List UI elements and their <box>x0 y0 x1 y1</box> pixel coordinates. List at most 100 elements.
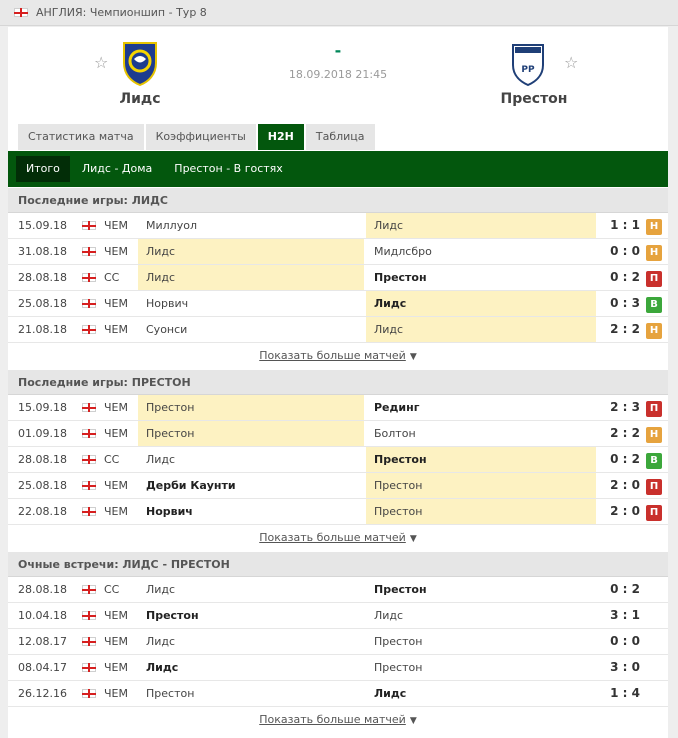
away-team[interactable]: Болтон <box>366 421 596 446</box>
match-row[interactable]: 26.12.16 ЧЕМ Престон Лидс 1 : 4 <box>8 681 668 707</box>
away-team[interactable]: Престон <box>366 447 596 472</box>
result-badge[interactable]: П <box>646 479 662 495</box>
match-row[interactable]: 31.08.18 ЧЕМ Лидс Мидлсбро 0 : 0Н <box>8 239 668 265</box>
match-score[interactable]: 0 : 2 <box>598 577 640 602</box>
match-score[interactable]: 2 : 0 <box>598 473 640 498</box>
match-row[interactable]: 15.09.18 ЧЕМ Миллуол Лидс 1 : 1Н <box>8 213 668 239</box>
subtab-home[interactable]: Лидс - Дома <box>72 156 162 182</box>
away-team[interactable]: Престон <box>366 577 596 602</box>
show-more-label[interactable]: Показать больше матчей <box>259 531 406 544</box>
away-team[interactable]: Лидс <box>366 291 596 316</box>
match-row[interactable]: 12.08.17 ЧЕМ Лидс Престон 0 : 0 <box>8 629 668 655</box>
show-more-matches[interactable]: Показать больше матчей ▼ <box>8 343 668 368</box>
match-row[interactable]: 08.04.17 ЧЕМ Лидс Престон 3 : 0 <box>8 655 668 681</box>
match-row[interactable]: 21.08.18 ЧЕМ Суонси Лидс 2 : 2Н <box>8 317 668 343</box>
away-team[interactable]: Лидс <box>366 681 596 706</box>
flag-cell <box>82 447 98 472</box>
subtab-overall[interactable]: Итого <box>16 156 70 182</box>
show-more-matches[interactable]: Показать больше матчей ▼ <box>8 707 668 732</box>
away-team[interactable]: Престон <box>366 499 596 524</box>
home-team[interactable]: Престон <box>138 395 364 420</box>
home-team[interactable]: Лидс <box>138 447 364 472</box>
tab-h2h[interactable]: H2H <box>257 124 304 150</box>
subtab-away[interactable]: Престон - В гостях <box>164 156 293 182</box>
home-team[interactable]: Дерби Каунти <box>138 473 364 498</box>
match-date: 25.08.18 <box>18 479 67 492</box>
result-badge[interactable]: П <box>646 505 662 521</box>
result-badge[interactable]: В <box>646 453 662 469</box>
result-badge[interactable]: Н <box>646 219 662 235</box>
home-team-logo[interactable] <box>120 39 160 87</box>
home-team[interactable]: Лидс <box>138 655 364 680</box>
match-score[interactable]: 2 : 0 <box>598 499 640 524</box>
home-team[interactable]: Престон <box>138 421 364 446</box>
home-team[interactable]: Престон <box>138 603 364 628</box>
home-team-name[interactable]: Лидс <box>70 91 210 107</box>
match-row[interactable]: 25.08.18 ЧЕМ Дерби Каунти Престон 2 : 0П <box>8 473 668 499</box>
result-badge[interactable]: В <box>646 297 662 313</box>
match-score[interactable]: 0 : 0 <box>598 239 640 264</box>
match-row[interactable]: 25.08.18 ЧЕМ Норвич Лидс 0 : 3В <box>8 291 668 317</box>
england-flag-icon <box>82 585 96 594</box>
away-team[interactable]: Мидлсбро <box>366 239 596 264</box>
match-score[interactable]: 2 : 3 <box>598 395 640 420</box>
result-badge[interactable]: П <box>646 401 662 417</box>
match-score[interactable]: 1 : 1 <box>598 213 640 238</box>
away-team[interactable]: Лидс <box>366 603 596 628</box>
away-team[interactable]: Престон <box>366 655 596 680</box>
result-badge[interactable]: Н <box>646 323 662 339</box>
tab-table[interactable]: Таблица <box>305 124 375 150</box>
match-score[interactable]: 3 : 1 <box>598 603 640 628</box>
away-team-logo[interactable]: PP <box>508 39 548 87</box>
match-score[interactable]: 2 : 2 <box>598 317 640 342</box>
away-team[interactable]: Престон <box>366 265 596 290</box>
match-score[interactable]: 2 : 2 <box>598 421 640 446</box>
away-team[interactable]: Престон <box>366 629 596 654</box>
match-score[interactable]: 3 : 0 <box>598 655 640 680</box>
show-more-label[interactable]: Показать больше матчей <box>259 349 406 362</box>
show-more-matches[interactable]: Показать больше матчей ▼ <box>8 525 668 550</box>
home-team[interactable]: Престон <box>138 681 364 706</box>
match-score[interactable]: 0 : 2 <box>598 447 640 472</box>
home-team[interactable]: Суонси <box>138 317 364 342</box>
league-breadcrumb[interactable]: АНГЛИЯ: Чемпионшип - Тур 8 <box>36 6 207 19</box>
away-team[interactable]: Престон <box>366 473 596 498</box>
result-badge[interactable]: П <box>646 271 662 287</box>
home-team[interactable]: Норвич <box>138 291 364 316</box>
home-team[interactable]: Лидс <box>138 265 364 290</box>
result-badge[interactable]: Н <box>646 245 662 261</box>
match-score[interactable]: 1 : 4 <box>598 681 640 706</box>
away-favorite-star-icon[interactable]: ☆ <box>564 53 578 72</box>
away-team-name[interactable]: Престон <box>464 91 604 107</box>
away-team[interactable]: Лидс <box>366 317 596 342</box>
match-row[interactable]: 22.08.18 ЧЕМ Норвич Престон 2 : 0П <box>8 499 668 525</box>
tab-odds[interactable]: Коэффициенты <box>145 124 256 150</box>
match-row[interactable]: 15.09.18 ЧЕМ Престон Рединг 2 : 3П <box>8 395 668 421</box>
match-row[interactable]: 28.08.18 СС Лидс Престон 0 : 2В <box>8 447 668 473</box>
home-team[interactable]: Лидс <box>138 577 364 602</box>
match-row[interactable]: 28.08.18 СС Лидс Престон 0 : 2П <box>8 265 668 291</box>
england-flag-icon <box>82 611 96 620</box>
england-flag-icon <box>82 247 96 256</box>
flag-cell <box>82 499 98 524</box>
home-favorite-star-icon[interactable]: ☆ <box>94 53 108 72</box>
home-team[interactable]: Миллуол <box>138 213 364 238</box>
home-team[interactable]: Лидс <box>138 239 364 264</box>
match-score[interactable]: 0 : 2 <box>598 265 640 290</box>
match-row[interactable]: 01.09.18 ЧЕМ Престон Болтон 2 : 2Н <box>8 421 668 447</box>
match-datetime: 18.09.2018 21:45 <box>288 68 388 81</box>
result-badge[interactable]: Н <box>646 427 662 443</box>
match-score[interactable]: 0 : 0 <box>598 629 640 654</box>
show-more-label[interactable]: Показать больше матчей <box>259 713 406 726</box>
flag-cell <box>82 603 98 628</box>
match-score[interactable]: 0 : 3 <box>598 291 640 316</box>
away-team[interactable]: Рединг <box>366 395 596 420</box>
h2h-page: АНГЛИЯ: Чемпионшип - Тур 8 ☆ Лидс - 18.0… <box>0 0 678 738</box>
match-row[interactable]: 28.08.18 СС Лидс Престон 0 : 2 <box>8 577 668 603</box>
match-row[interactable]: 10.04.18 ЧЕМ Престон Лидс 3 : 1 <box>8 603 668 629</box>
result-badge-cell: Н <box>646 239 662 264</box>
home-team[interactable]: Лидс <box>138 629 364 654</box>
home-team[interactable]: Норвич <box>138 499 364 524</box>
tab-match-stats[interactable]: Статистика матча <box>18 124 144 150</box>
away-team[interactable]: Лидс <box>366 213 596 238</box>
